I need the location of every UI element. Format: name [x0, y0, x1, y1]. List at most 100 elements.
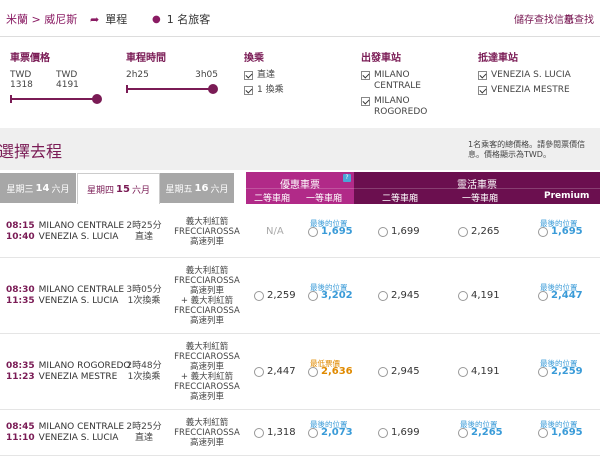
fare-option[interactable]: 最後的位置 1,695 — [532, 410, 600, 456]
train-info[interactable]: 義大利紅箭 FRECCIAROSSA 高速列車 + 義大利紅箭 FRECCIAROSSA… — [168, 342, 246, 402]
train-name-line: 高速列車 — [189, 362, 224, 372]
fare-option[interactable]: 4,191 — [452, 334, 532, 410]
fare-radio[interactable] — [458, 290, 468, 301]
train-name-line: 高速列車 — [189, 392, 224, 402]
fare-radio[interactable] — [538, 366, 548, 377]
destination-option-label: VENEZIA MESTRE — [491, 85, 570, 95]
day-month: 六月 — [131, 185, 150, 196]
fare-radio[interactable] — [378, 226, 388, 237]
fare-price-wrap: 1,695 — [538, 427, 583, 438]
fare-option[interactable]: 最後的位置 2,265 — [452, 410, 532, 456]
fare-radio[interactable] — [378, 366, 388, 377]
changes-text: 1次換乘 — [127, 296, 161, 306]
transfers-filter: 換乘 直達 1 換乘 — [244, 49, 284, 100]
fare-price-wrap: 2,945 — [378, 366, 420, 377]
fare-price: 2,073 — [321, 427, 353, 438]
fare-option[interactable]: 最後的位置 3,202 — [302, 258, 382, 334]
transfer-option-direct[interactable]: 直達 — [244, 70, 284, 81]
fare-price-wrap: 2,259 — [538, 366, 583, 377]
duration-info: 2時25分 直達 — [124, 422, 164, 444]
fare-option[interactable]: 2,945 — [372, 258, 452, 334]
duration-slider[interactable] — [126, 84, 218, 94]
fare-option[interactable]: 最後的位置 2,073 — [302, 410, 382, 456]
fare-price-wrap: 2,265 — [458, 226, 500, 237]
duration-info: 2時25分 直達 — [124, 221, 164, 243]
new-search-link[interactable]: 新查找 — [564, 11, 594, 26]
trip-type[interactable]: ➦ 單程 — [90, 11, 127, 27]
departure-station: MILANO ROGOREDO — [38, 361, 131, 371]
origin-option-rogoredo[interactable]: MILANO ROGOREDO — [361, 96, 461, 118]
fare-price: N/A — [266, 226, 284, 237]
day-tab-thu[interactable]: 星期四 15 六月 — [77, 173, 160, 204]
fare-option[interactable]: 最後的位置 1,695 — [302, 206, 382, 258]
checkbox[interactable] — [478, 71, 487, 80]
fare-radio[interactable] — [458, 366, 468, 377]
train-info[interactable]: 義大利紅箭 FRECCIAROSSA 高速列車 — [168, 217, 246, 247]
fare-radio[interactable] — [308, 427, 318, 438]
fare-radio[interactable] — [254, 366, 264, 377]
day-tab-wed[interactable]: 星期三 14 六月 — [0, 173, 77, 203]
checkbox[interactable] — [244, 86, 253, 95]
checkbox[interactable] — [361, 71, 370, 80]
passenger-count[interactable]: ● 1 名旅客 — [152, 11, 210, 27]
price-slider-min-handle[interactable] — [10, 95, 12, 103]
price-slider-max-handle[interactable] — [92, 94, 102, 104]
fare-radio[interactable] — [378, 427, 388, 438]
transfers-filter-title: 換乘 — [244, 53, 264, 64]
fare-radio[interactable] — [254, 290, 264, 301]
train-name-line: FRECCIAROSSA — [174, 227, 240, 237]
passenger-label: 1 名旅客 — [166, 13, 211, 26]
journey-times: 08:45 MILANO CENTRALE 11:10 VENEZIA S. LUCI… — [6, 422, 124, 444]
fare-radio[interactable] — [308, 226, 318, 237]
arrival-line: 11:35 VENEZIA S. LUCIA — [6, 296, 124, 307]
duration-slider-min-handle[interactable] — [126, 85, 128, 93]
destination-option-mestre[interactable]: VENEZIA MESTRE — [478, 85, 571, 96]
fare-option[interactable]: 最後的位置 2,447 — [532, 258, 600, 334]
fare-option[interactable]: 2,945 — [372, 334, 452, 410]
fare-price-wrap: 1,695 — [308, 226, 353, 237]
arrival-time: 11:23 — [6, 372, 35, 382]
fare-price: 4,191 — [471, 290, 500, 301]
transfer-option-one[interactable]: 1 換乘 — [244, 85, 284, 96]
train-name-line: 高速列車 — [189, 237, 224, 247]
fare-radio[interactable] — [538, 427, 548, 438]
fare-price-wrap: 1,699 — [378, 226, 420, 237]
duration-slider-max-handle[interactable] — [208, 84, 218, 94]
fare-option[interactable]: 最後的位置 2,259 — [532, 334, 600, 410]
fare-radio[interactable] — [308, 366, 318, 377]
departure-station: MILANO CENTRALE — [38, 285, 125, 295]
price-slider[interactable] — [10, 94, 102, 104]
day-month: 六月 — [51, 184, 70, 195]
train-name-line: 義大利紅箭 — [185, 418, 229, 428]
destination-option-lucia[interactable]: VENEZIA S. LUCIA — [478, 70, 571, 81]
checkbox[interactable] — [244, 71, 253, 80]
fare-option[interactable]: 1,699 — [372, 206, 452, 258]
fare-radio[interactable] — [378, 290, 388, 301]
fare-radio[interactable] — [308, 290, 318, 301]
origin-option-centrale[interactable]: MILANO CENTRALE — [361, 70, 461, 92]
info-icon[interactable]: ? — [343, 174, 351, 182]
checkbox[interactable] — [361, 97, 370, 106]
arrival-time: 10:40 — [6, 232, 35, 242]
fare-option[interactable]: 最低票價 2,636 — [302, 334, 382, 410]
train-name-line: 高速列車 — [189, 286, 224, 296]
price-max: TWD 4191 — [56, 70, 79, 90]
fare-price: 2,636 — [321, 366, 353, 377]
fare-radio[interactable] — [538, 290, 548, 301]
fare-radio[interactable] — [254, 427, 264, 438]
fare-option[interactable]: 2,265 — [452, 206, 532, 258]
col-second-class: 二等車廂 — [254, 194, 291, 204]
fare-radio[interactable] — [538, 226, 548, 237]
duration-filter: 車程時間 2h25 3h05 — [126, 49, 218, 94]
day-tab-fri[interactable]: 星期五 16 六月 — [160, 173, 235, 203]
train-info[interactable]: 義大利紅箭 FRECCIAROSSA 高速列車 — [168, 418, 246, 448]
fare-option[interactable]: 1,699 — [372, 410, 452, 456]
arrival-station: VENEZIA MESTRE — [38, 372, 118, 382]
fare-radio[interactable] — [458, 427, 468, 438]
checkbox[interactable] — [478, 86, 487, 95]
train-info[interactable]: 義大利紅箭 FRECCIAROSSA 高速列車 + 義大利紅箭 FRECCIAROSSA… — [168, 266, 246, 326]
route-text[interactable]: 米蘭 > 威尼斯 — [6, 11, 77, 27]
fare-radio[interactable] — [458, 226, 468, 237]
fare-option[interactable]: 4,191 — [452, 258, 532, 334]
fare-option[interactable]: 最後的位置 1,695 — [532, 206, 600, 258]
